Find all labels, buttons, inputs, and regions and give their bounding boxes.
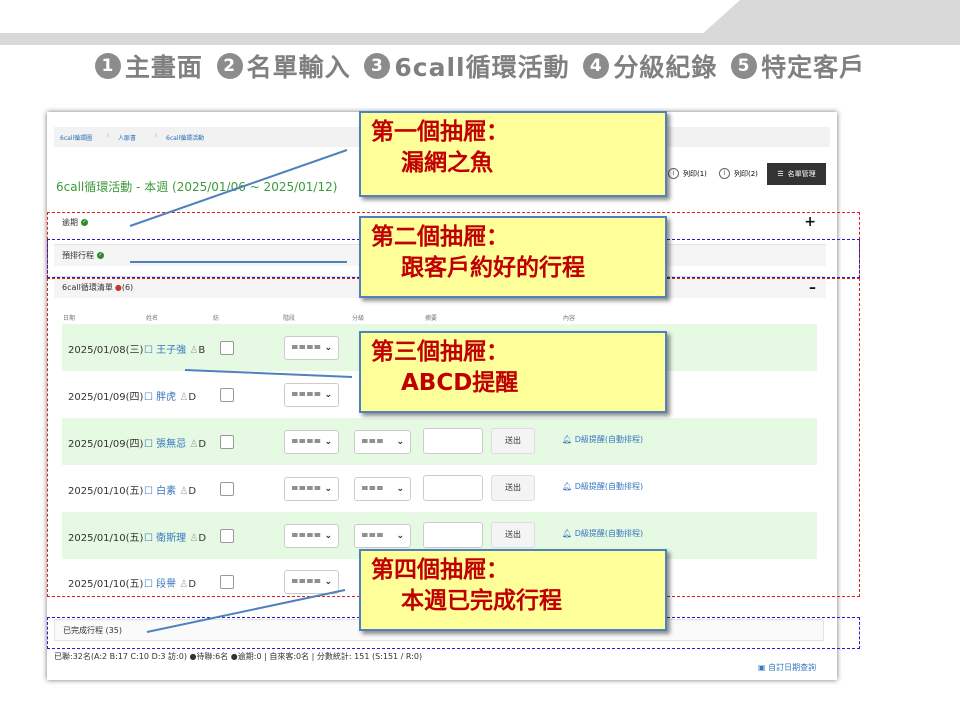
- callout-drawer-3: 第三個抽屜： ABCD提醒: [359, 331, 667, 413]
- connector-line-1: [129, 149, 348, 227]
- callout-subtitle: 本週已完成行程: [401, 588, 562, 614]
- callout-subtitle: 漏網之魚: [401, 150, 493, 176]
- callout-title: 第一個抽屜：: [371, 119, 509, 145]
- connector-line-3: [184, 369, 353, 378]
- callout-drawer-4: 第四個抽屜： 本週已完成行程: [359, 549, 667, 631]
- callout-drawer-1: 第一個抽屜： 漏網之魚: [359, 111, 667, 197]
- callout-subtitle: ABCD提醒: [401, 370, 519, 396]
- callout-subtitle: 跟客戶約好的行程: [401, 255, 585, 281]
- connector-line-4: [146, 589, 346, 633]
- callout-title: 第二個抽屜：: [371, 224, 509, 250]
- callout-title: 第三個抽屜：: [371, 339, 509, 365]
- callout-title: 第四個抽屜：: [371, 557, 509, 583]
- callout-drawer-2: 第二個抽屜： 跟客戶約好的行程: [359, 216, 667, 298]
